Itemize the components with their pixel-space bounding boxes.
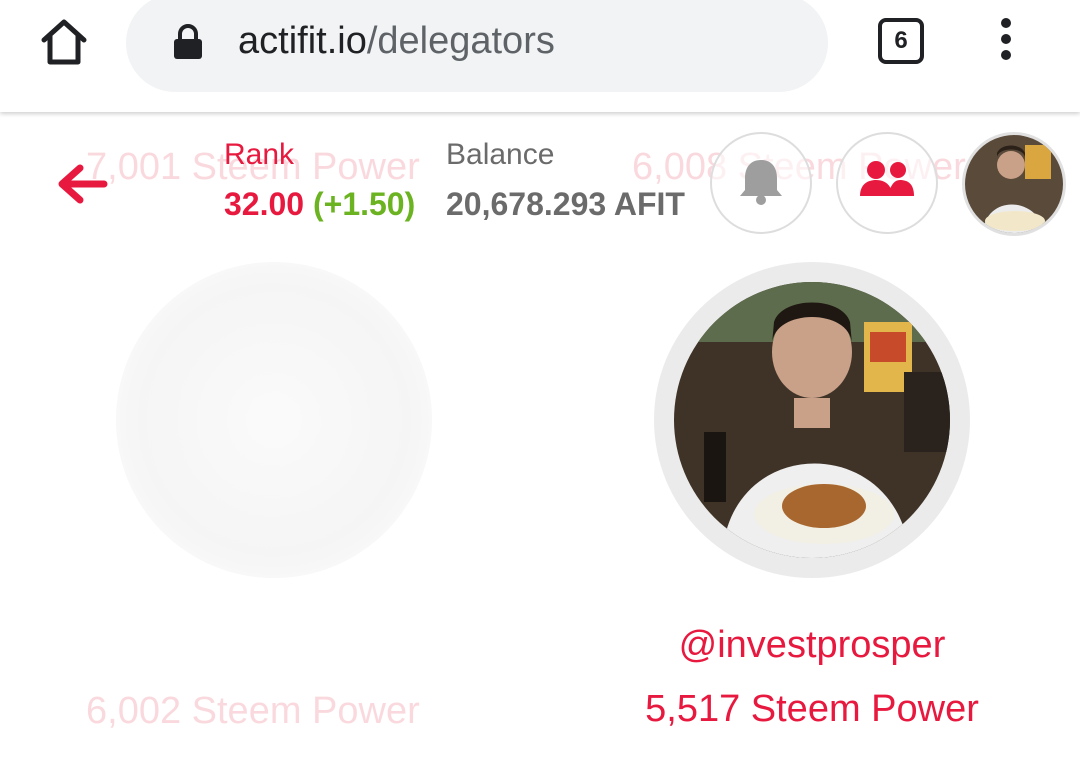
delegator-avatar-faded (116, 262, 432, 578)
delegator-avatar[interactable] (654, 262, 970, 578)
url-bar[interactable]: actifit.io/delegators (126, 0, 828, 92)
bell-icon (740, 160, 782, 205)
lock-icon (172, 24, 204, 60)
delegator-photo (674, 282, 950, 558)
ghost-power-bottom-left: 6,002 Steem Power (86, 690, 420, 732)
browser-toolbar: actifit.io/delegators 6 (0, 0, 1080, 112)
url-text: actifit.io/delegators (238, 18, 555, 64)
home-icon[interactable] (36, 14, 92, 70)
rank-number: 32.00 (224, 186, 305, 222)
tab-switcher-button[interactable]: 6 (878, 18, 924, 64)
url-domain: actifit.io (238, 20, 367, 62)
user-avatar[interactable] (962, 132, 1066, 236)
balance-value: 20,678.293 AFIT (446, 186, 685, 222)
friends-button[interactable] (836, 132, 938, 234)
more-vert-icon[interactable] (996, 18, 1016, 66)
delegator-name[interactable]: @investprosper (654, 624, 970, 667)
rank-change: (+1.50) (312, 186, 416, 222)
delegator-power: 5,517 Steem Power (645, 688, 979, 730)
balance-label: Balance (446, 138, 555, 171)
friends-icon (860, 161, 914, 196)
notifications-button[interactable] (710, 132, 812, 234)
url-path: /delegators (366, 20, 555, 62)
back-arrow-icon[interactable] (54, 160, 110, 208)
rank-value: 32.00 (+1.50) (224, 186, 415, 223)
rank-label: Rank (224, 138, 295, 171)
